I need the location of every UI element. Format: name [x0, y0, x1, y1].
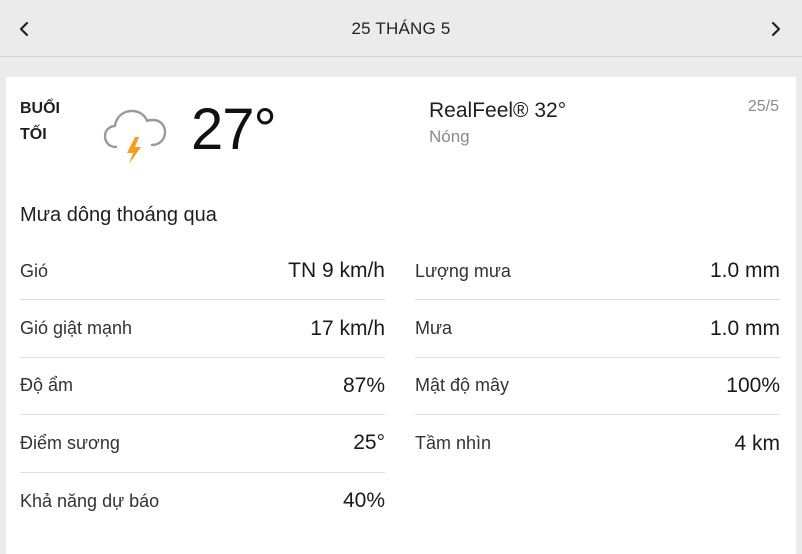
- detail-row-rain: Mưa 1.0 mm: [415, 300, 780, 358]
- detail-value: 40%: [342, 489, 385, 513]
- weather-phrase: Mưa dông thoáng qua: [20, 204, 217, 226]
- details-right-column: Lượng mưa 1.0 mm Mưa 1.0 mm Mật độ mây 1…: [415, 243, 780, 473]
- detail-value: 100%: [726, 373, 780, 397]
- detail-label: Khả năng dự báo: [20, 490, 160, 511]
- detail-row-visibility: Tầm nhìn 4 km: [415, 415, 780, 472]
- detail-label: Lượng mưa: [415, 260, 511, 281]
- date-title: 25 THÁNG 5: [351, 19, 451, 38]
- detail-label: Mật độ mây: [415, 375, 510, 396]
- detail-row-wind-gusts: Gió giật mạnh 17 km/h: [20, 300, 385, 358]
- period-label: BUỔI TỐI: [20, 96, 60, 148]
- forecast-card: BUỔI TỐI 27° RealFeel® 32° Nóng 25/5 Mưa…: [6, 77, 796, 554]
- detail-label: Điểm sương: [20, 432, 120, 453]
- realfeel-temperature: RealFeel® 32°: [429, 99, 567, 122]
- detail-label: Gió giật mạnh: [20, 318, 133, 339]
- detail-value: 17 km/h: [310, 316, 385, 340]
- detail-row-wind: Gió TN 9 km/h: [20, 243, 385, 301]
- detail-row-humidity: Độ ẩm 87%: [20, 358, 385, 416]
- detail-row-precipitation: Lượng mưa 1.0 mm: [415, 243, 780, 301]
- detail-row-cloud-cover: Mật độ mây 100%: [415, 358, 780, 416]
- detail-value: 25°: [353, 431, 385, 455]
- period-label-line2: TỐI: [20, 126, 47, 143]
- temperature: 27°: [191, 97, 277, 162]
- detail-label: Tầm nhìn: [415, 433, 492, 454]
- detail-label: Mưa: [415, 318, 453, 339]
- detail-row-dew-point: Điểm sương 25°: [20, 415, 385, 473]
- details-left-column: Gió TN 9 km/h Gió giật mạnh 17 km/h Độ ẩ…: [20, 243, 385, 530]
- date-navigation-bar: 25 THÁNG 5: [0, 0, 802, 57]
- chevron-right-icon: [771, 21, 781, 37]
- detail-value: 87%: [342, 373, 385, 397]
- detail-value: 4 km: [734, 431, 780, 455]
- detail-row-probability: Khả năng dự báo 40%: [20, 473, 385, 530]
- detail-label: Độ ẩm: [20, 375, 74, 396]
- detail-value: 1.0 mm: [709, 259, 780, 283]
- detail-label: Gió: [20, 260, 49, 281]
- thunderstorm-cloud-icon: [103, 109, 167, 164]
- period-label-line1: BUỔI: [20, 100, 60, 117]
- detail-value: 1.0 mm: [709, 316, 780, 340]
- card-date: 25/5: [747, 98, 779, 115]
- next-day-button[interactable]: [761, 14, 791, 44]
- detail-value: TN 9 km/h: [288, 259, 385, 283]
- realfeel-phrase: Nóng: [429, 127, 470, 146]
